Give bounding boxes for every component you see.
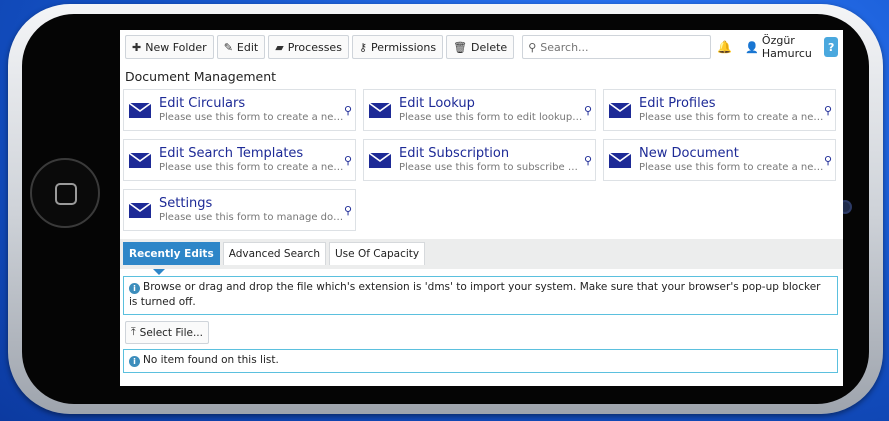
card-title: Edit Subscription [399,146,510,161]
trash-icon: 🗑 [453,40,468,54]
user-name: Özgür Hamurcu [761,34,812,60]
magnifier-icon[interactable]: ⚲ [344,204,352,217]
card-new-document[interactable]: New Document Please use this form to crea… [603,139,836,181]
user-icon: 👤 [745,40,759,54]
magnifier-icon[interactable]: ⚲ [584,104,592,117]
cards-grid: Edit Circulars Please use this form to cr… [120,89,843,231]
home-button[interactable] [30,158,100,228]
tab-advanced-search[interactable]: Advanced Search [222,242,326,265]
tab-use-of-capacity[interactable]: Use Of Capacity [328,242,426,265]
import-info-alert: i Browse or drag and drop the file which'… [123,276,838,315]
card-description: Please use this form to edit lookup list… [399,112,584,123]
card-edit-search-templates[interactable]: Edit Search Templates Please use this for… [123,139,356,181]
card-title: Settings [159,196,213,211]
permissions-label: Permissions [371,40,437,54]
user-menu[interactable]: 👤 Özgür Hamurcu [745,34,815,60]
bell-icon[interactable]: 🔔 [717,40,732,54]
book-icon: ▰ [275,40,284,54]
select-file-label: Select File... [139,326,203,339]
magnifier-icon[interactable]: ⚲ [824,104,832,117]
upload-icon: ⤒ [131,326,136,338]
card-description: Please use this form to create a new s..… [159,162,344,173]
card-title: Edit Profiles [639,96,716,111]
active-tab-caret [153,269,165,275]
pencil-icon: ✎ [223,40,233,54]
new-folder-button[interactable]: ✚ New Folder [125,35,214,59]
import-info-text: Browse or drag and drop the file which's… [129,281,821,308]
help-label: ? [828,40,835,54]
edit-button[interactable]: ✎ Edit [216,35,266,59]
edit-label: Edit [236,40,259,54]
toolbar: ✚ New Folder ✎ Edit ▰ Processes ⚷ Permis… [120,30,843,62]
magnifier-icon[interactable]: ⚲ [584,154,592,167]
processes-button[interactable]: ▰ Processes [268,35,349,59]
card-edit-subscription[interactable]: Edit Subscription Please use this form to… [363,139,596,181]
envelope-icon [609,102,631,118]
card-description: Please use this form to subscribe doc... [399,162,584,173]
card-title: Edit Search Templates [159,146,304,161]
card-description: Please use this form to create a new c..… [159,112,344,123]
card-description: Please use this form to create a new p..… [639,112,824,123]
tabs-bar: Recently Edits Advanced Search Use Of Ca… [120,239,843,275]
help-button[interactable]: ? [824,37,838,57]
plus-icon: ✚ [132,40,142,54]
select-file-button[interactable]: ⤒ Select File... [125,321,209,344]
section-title: Document Management [125,69,277,84]
info-icon: i [129,356,140,367]
envelope-icon [369,102,391,118]
app-screen: ✚ New Folder ✎ Edit ▰ Processes ⚷ Permis… [120,30,843,386]
envelope-icon [609,152,631,168]
envelope-icon [129,202,151,218]
magnifier-icon[interactable]: ⚲ [344,104,352,117]
magnifier-icon[interactable]: ⚲ [824,154,832,167]
envelope-icon [369,152,391,168]
envelope-icon [129,152,151,168]
home-square-icon [55,183,77,205]
card-title: Edit Lookup [399,96,475,111]
card-title: New Document [639,146,739,161]
permissions-button[interactable]: ⚷ Permissions [351,35,444,59]
search-box: ⚲ [522,35,712,59]
search-input[interactable] [540,40,711,54]
empty-list-alert: i No item found on this list. [123,349,838,373]
card-settings[interactable]: Settings Please use this form to manage d… [123,189,356,231]
empty-list-text: No item found on this list. [143,354,279,366]
key-icon: ⚷ [358,40,367,54]
card-edit-lookup[interactable]: Edit Lookup Please use this form to edit … [363,89,596,131]
card-edit-circulars[interactable]: Edit Circulars Please use this form to cr… [123,89,356,131]
processes-label: Processes [287,40,342,54]
card-description: Please use this form to manage docu... [159,212,344,223]
tab-recently-edits[interactable]: Recently Edits [123,242,220,265]
tab-content: i Browse or drag and drop the file which'… [120,269,843,373]
magnifier-icon[interactable]: ⚲ [344,154,352,167]
search-icon: ⚲ [528,40,537,54]
card-description: Please use this form to create a new d..… [639,162,824,173]
card-edit-profiles[interactable]: Edit Profiles Please use this form to cre… [603,89,836,131]
info-icon: i [129,283,140,294]
card-title: Edit Circulars [159,96,246,111]
envelope-icon [129,102,151,118]
delete-label: Delete [471,40,508,54]
new-folder-label: New Folder [145,40,207,54]
delete-button[interactable]: 🗑 Delete [446,35,515,59]
